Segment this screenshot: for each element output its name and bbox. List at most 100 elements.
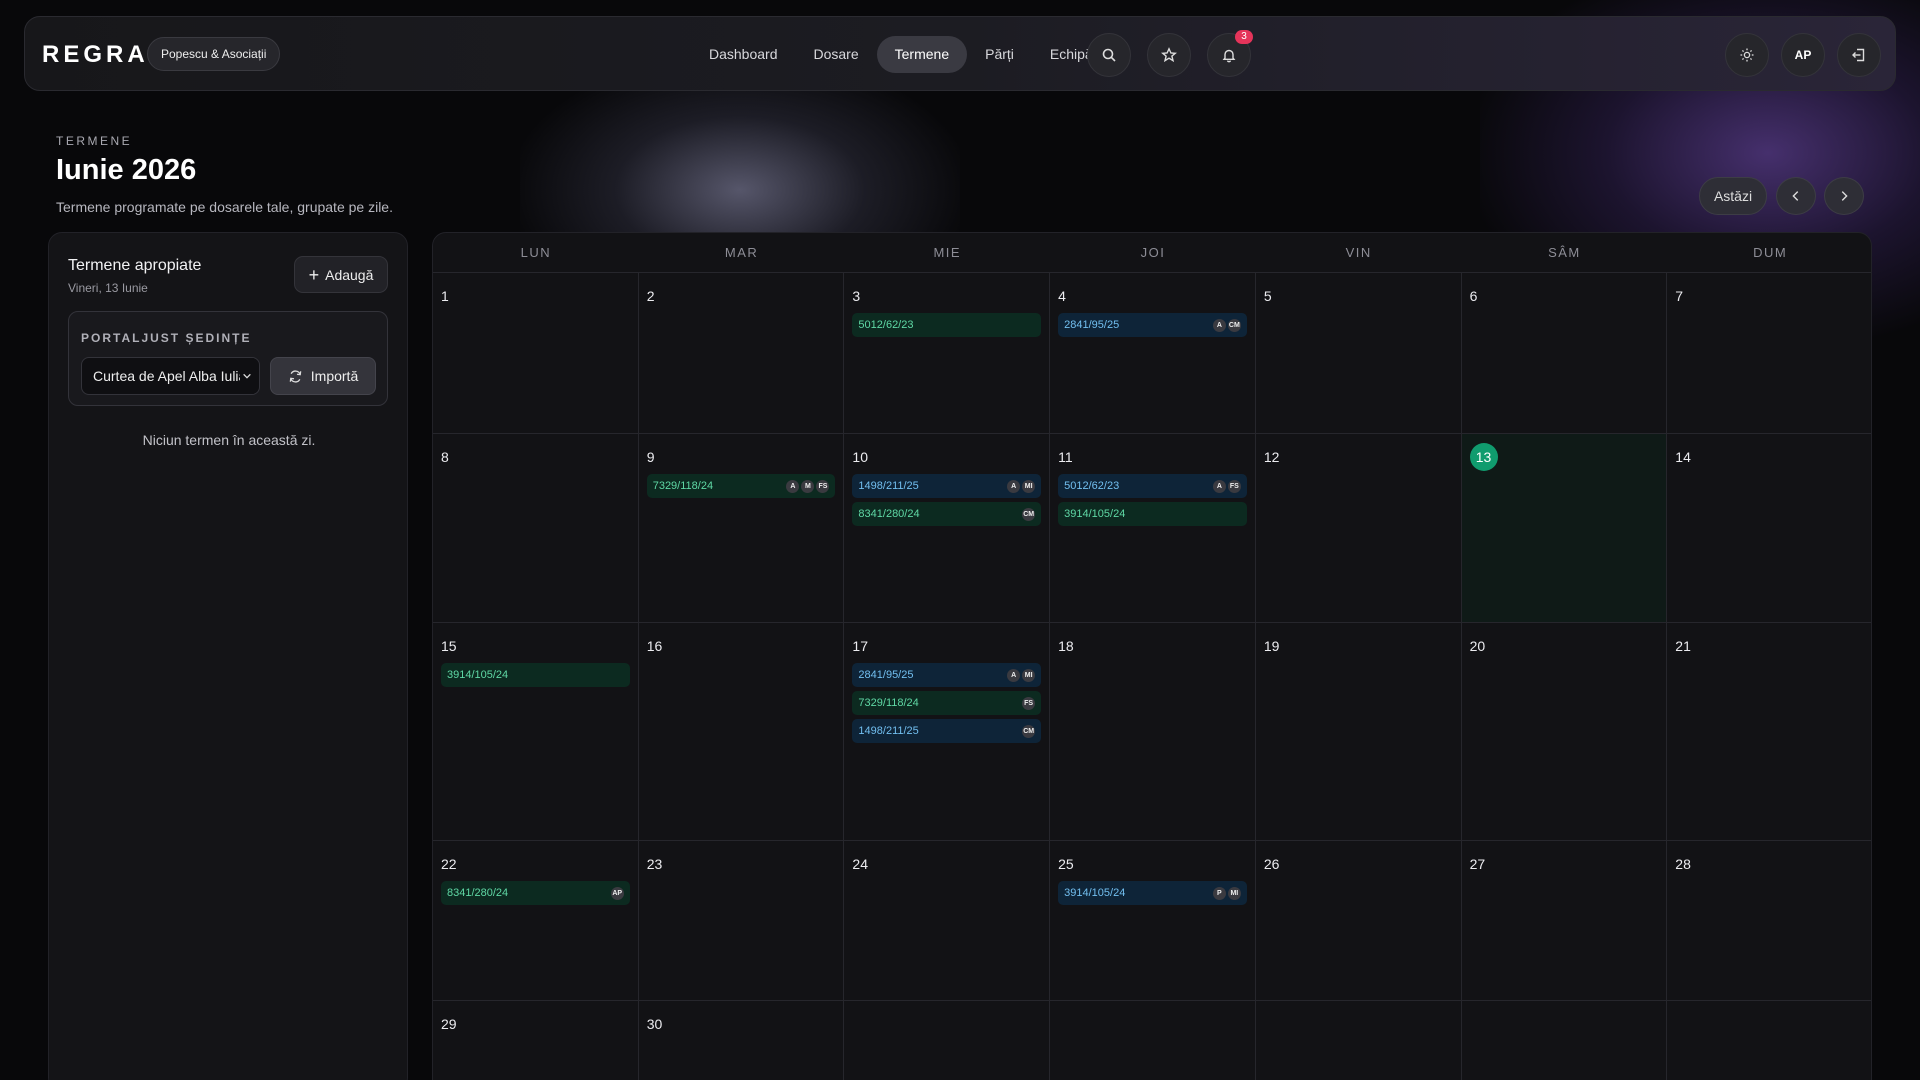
- event-case-number: 3914/105/24: [447, 669, 509, 681]
- day-number: 26: [1263, 856, 1280, 872]
- calendar-day-cell[interactable]: 18: [1050, 623, 1256, 840]
- day-number: 15: [441, 638, 457, 654]
- hearing-event-chip[interactable]: 5012/62/23 A FS: [1058, 474, 1247, 498]
- court-select[interactable]: Curtea de Apel Alba Iulia: [81, 357, 260, 395]
- star-icon: [1161, 47, 1177, 63]
- calendar-week-row: 22 8341/280/24 AP 23 24 25 3914/105/24 P MI 26 27 2…: [433, 841, 1871, 1001]
- day-number: 9: [646, 449, 655, 465]
- hearing-event-chip[interactable]: 1498/211/25 CM: [852, 719, 1042, 743]
- firm-name-pill[interactable]: Popescu & Asociații: [147, 37, 281, 71]
- calendar-day-cell[interactable]: 3 5012/62/23: [844, 273, 1051, 433]
- calendar-day-cell[interactable]: 25 3914/105/24 P MI: [1050, 841, 1256, 1000]
- hearing-event-chip[interactable]: 7329/118/24 FS: [852, 691, 1042, 715]
- hearing-event-chip[interactable]: 3914/105/24 P MI: [1058, 881, 1247, 905]
- hearing-event-chip[interactable]: 2841/95/25 A CM: [1058, 313, 1247, 337]
- notifications-button[interactable]: 3: [1207, 30, 1253, 77]
- hearing-event-chip[interactable]: 5012/62/23: [852, 313, 1042, 337]
- calendar-day-cell[interactable]: 2: [639, 273, 845, 433]
- calendar-day-cell[interactable]: 30: [639, 1001, 845, 1080]
- nav-dosare[interactable]: Dosare: [796, 36, 877, 73]
- calendar-day-cell[interactable]: 22 8341/280/24 AP: [433, 841, 639, 1000]
- event-list: 8341/280/24 AP: [441, 881, 630, 905]
- calendar-day-cell[interactable]: 13: [1461, 434, 1668, 622]
- day-number: [1675, 1015, 1865, 1033]
- assignee-initials-tag: A: [1212, 318, 1226, 332]
- event-case-number: 8341/280/24: [858, 508, 920, 520]
- day-number: 25: [1058, 856, 1074, 872]
- day-number: 22: [441, 856, 457, 872]
- day-number: 30: [646, 1016, 663, 1032]
- portaljust-import-box: PORTALJUST ȘEDINȚE Curtea de Apel Alba I…: [68, 311, 388, 406]
- calendar-day-cell[interactable]: 29: [433, 1001, 639, 1080]
- hearing-event-chip[interactable]: 2841/95/25 A MI: [852, 663, 1042, 687]
- calendar-day-cell[interactable]: 26: [1256, 841, 1462, 1000]
- calendar-day-cell[interactable]: 19: [1256, 623, 1462, 840]
- calendar-day-cell[interactable]: 17 2841/95/25 A MI 7329/118/24 FS 1498/211/25 C…: [844, 623, 1051, 840]
- event-case-number: 5012/62/23: [858, 319, 914, 331]
- hearing-event-chip[interactable]: 3914/105/24: [1058, 502, 1247, 526]
- calendar-day-cell[interactable]: 24: [844, 841, 1051, 1000]
- hearing-event-chip[interactable]: 3914/105/24: [441, 663, 630, 687]
- app-logo[interactable]: REGRA: [42, 41, 149, 69]
- event-assignee-tags: FS: [1022, 696, 1036, 710]
- weekday-header-row: LUN MAR MIE JOI VIN SÂM DUM: [433, 233, 1871, 273]
- calendar-day-cell[interactable]: 8: [433, 434, 639, 622]
- calendar-day-cell[interactable]: 20: [1462, 623, 1668, 840]
- day-number: 28: [1675, 856, 1691, 872]
- upcoming-sidebar: Termene apropiate Vineri, 13 Iunie + Ada…: [48, 232, 408, 1080]
- search-button[interactable]: [1087, 33, 1131, 77]
- nav-parti[interactable]: Părți: [967, 36, 1032, 73]
- calendar-day-cell[interactable]: 28: [1667, 841, 1871, 1000]
- event-list: 5012/62/23 A FS 3914/105/24: [1058, 474, 1247, 526]
- calendar-day-cell[interactable]: 11 5012/62/23 A FS 3914/105/24: [1050, 434, 1256, 622]
- calendar-day-cell[interactable]: 9 7329/118/24 A M FS: [639, 434, 845, 622]
- today-button[interactable]: Astăzi: [1699, 177, 1767, 215]
- hearing-event-chip[interactable]: 8341/280/24 AP: [441, 881, 630, 905]
- calendar-day-cell[interactable]: 27: [1462, 841, 1668, 1000]
- assignee-initials-tag: AP: [610, 886, 624, 900]
- calendar-day-cell[interactable]: 16: [639, 623, 845, 840]
- nav-dashboard[interactable]: Dashboard: [691, 36, 796, 73]
- favorites-button[interactable]: [1147, 33, 1191, 77]
- day-number: 18: [1058, 638, 1074, 654]
- chevron-left-icon: [1792, 191, 1799, 201]
- day-number: 8: [441, 449, 449, 465]
- hearing-event-chip[interactable]: 7329/118/24 A M FS: [646, 474, 836, 498]
- hearing-event-chip[interactable]: 1498/211/25 A MI: [852, 474, 1042, 498]
- calendar-day-cell[interactable]: 4 2841/95/25 A CM: [1050, 273, 1256, 433]
- event-case-number: 3914/105/24: [1064, 887, 1126, 899]
- calendar-week-row: 29 30: [433, 1001, 1871, 1080]
- calendar-day-cell[interactable]: 14: [1667, 434, 1871, 622]
- calendar-day-cell[interactable]: 7: [1667, 273, 1871, 433]
- day-number: 11: [1058, 449, 1073, 465]
- calendar-day-cell[interactable]: 1: [433, 273, 639, 433]
- weekday-label: DUM: [1753, 245, 1788, 260]
- event-list: 3914/105/24: [441, 663, 630, 687]
- calendar-day-cell[interactable]: 15 3914/105/24: [433, 623, 639, 840]
- calendar-day-cell[interactable]: 21: [1667, 623, 1871, 840]
- logout-button[interactable]: [1837, 33, 1881, 77]
- calendar-day-cell[interactable]: 5: [1256, 273, 1462, 433]
- day-number: 19: [1263, 638, 1280, 654]
- day-number: 5: [1263, 288, 1272, 304]
- day-number: 14: [1675, 449, 1691, 465]
- calendar-day-cell[interactable]: 6: [1462, 273, 1668, 433]
- hearing-event-chip[interactable]: 8341/280/24 CM: [852, 502, 1042, 526]
- add-hearing-button[interactable]: + Adaugă: [294, 256, 388, 293]
- event-list: 5012/62/23: [852, 313, 1042, 337]
- calendar-day-cell[interactable]: 10 1498/211/25 A MI 8341/280/24 CM: [844, 434, 1051, 622]
- day-number: 7: [1675, 288, 1684, 304]
- chevron-right-icon: [1841, 191, 1848, 201]
- next-month-button[interactable]: [1824, 177, 1864, 215]
- plus-icon: +: [308, 264, 320, 285]
- calendar-day-cell[interactable]: 12: [1256, 434, 1462, 622]
- nav-termene[interactable]: Termene: [876, 36, 968, 73]
- calendar-grid: LUN MAR MIE JOI VIN SÂM DUM 1 2 3 5012/62/2…: [433, 233, 1871, 1080]
- user-avatar-button[interactable]: AP: [1781, 33, 1825, 77]
- theme-toggle-button[interactable]: [1725, 33, 1769, 77]
- refresh-icon: [289, 369, 302, 383]
- import-button[interactable]: Importă: [270, 357, 376, 395]
- calendar-day-cell[interactable]: 23: [639, 841, 845, 1000]
- prev-month-button[interactable]: [1776, 177, 1816, 215]
- event-assignee-tags: AP: [610, 886, 624, 900]
